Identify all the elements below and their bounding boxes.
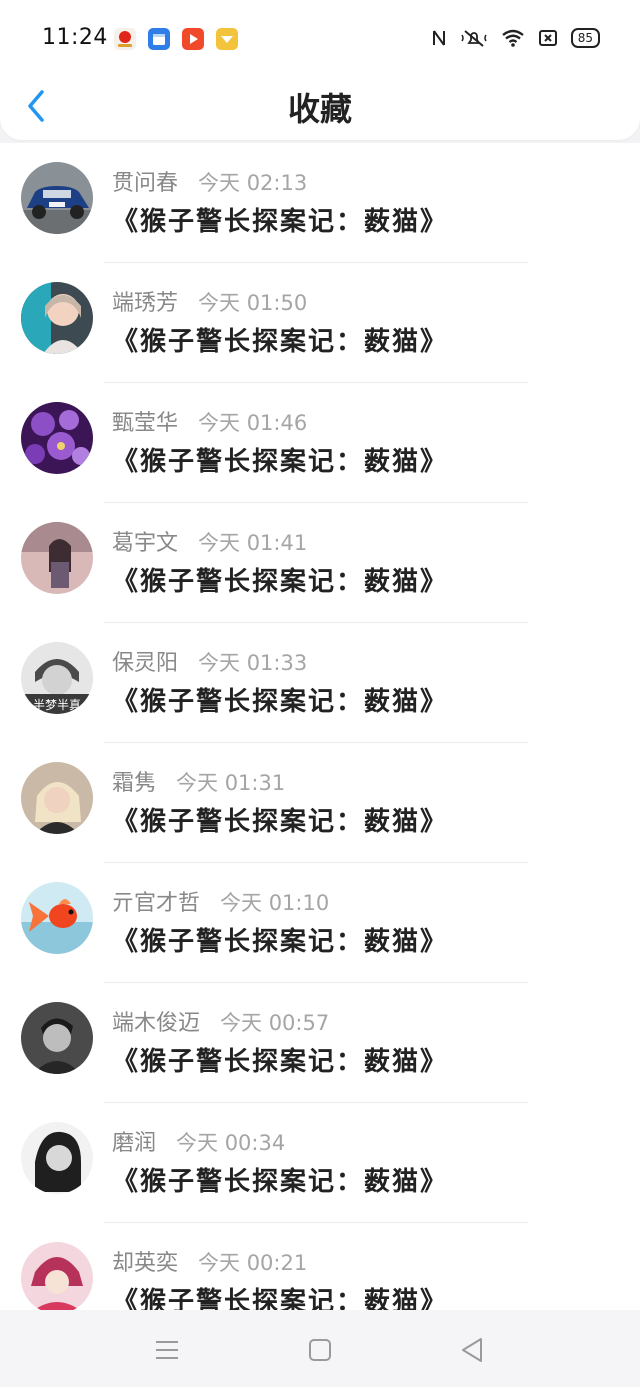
favorite-item[interactable]: 霜隽 今天 01:31 《猴子警长探案记：薮猫》 [0, 743, 640, 863]
work-title: 《猴子警长探案记：薮猫》 [112, 207, 449, 237]
work-title: 《猴子警长探案记：薮猫》 [112, 447, 449, 477]
favorite-item[interactable]: 贯问春 今天 02:13 《猴子警长探案记：薮猫》 [0, 143, 640, 263]
wifi-icon [501, 29, 524, 47]
item-meta: 端木俊迈 今天 00:57 [112, 1005, 329, 1037]
timestamp: 今天 02:13 [198, 171, 308, 195]
work-title: 《猴子警长探案记：薮猫》 [112, 1167, 449, 1197]
girl-avatar [21, 282, 93, 354]
work-title: 《猴子警长探案记：薮猫》 [112, 927, 449, 957]
item-meta: 磨润 今天 00:34 [112, 1125, 285, 1157]
bw-portrait-avatar: 半梦半真 [21, 642, 93, 714]
home-button[interactable] [305, 1335, 335, 1365]
flowers-avatar [21, 402, 93, 474]
item-meta: 亓官才哲 今天 01:10 [112, 885, 329, 917]
favorite-item[interactable]: 葛宇文 今天 01:41 《猴子警长探案记：薮猫》 [0, 503, 640, 623]
timestamp: 今天 00:34 [176, 1131, 286, 1155]
woman-bw-avatar [21, 1122, 93, 1194]
timestamp: 今天 01:41 [198, 531, 308, 555]
item-meta: 贯问春 今天 02:13 [112, 165, 307, 197]
user-name: 端木俊迈 [112, 1011, 201, 1036]
news-app-icon [114, 28, 136, 50]
work-title: 《猴子警长探案记：薮猫》 [112, 687, 449, 717]
work-title: 《猴子警长探案记：薮猫》 [112, 807, 449, 837]
item-meta: 却英奕 今天 00:21 [112, 1245, 307, 1277]
user-name: 亓官才哲 [112, 891, 201, 916]
battery-level: 85 [570, 28, 600, 48]
back-nav-button[interactable] [457, 1335, 487, 1365]
timestamp: 今天 01:46 [198, 411, 308, 435]
favorite-item[interactable]: 端琇芳 今天 01:50 《猴子警长探案记：薮猫》 [0, 263, 640, 383]
timestamp: 今天 01:33 [198, 651, 308, 675]
user-name: 磨润 [112, 1131, 157, 1156]
reward-app-icon [216, 28, 238, 50]
timestamp: 今天 01:31 [176, 771, 286, 795]
video-app-icon [182, 28, 204, 50]
mute-icon [461, 30, 487, 47]
avatar-caption: 半梦半真 [33, 698, 81, 712]
item-meta: 甄莹华 今天 01:46 [112, 405, 307, 437]
page-title: 收藏 [287, 90, 352, 128]
item-meta: 霜隽 今天 01:31 [112, 765, 285, 797]
system-navigation-bar [0, 1310, 640, 1387]
favorite-item[interactable]: 端木俊迈 今天 00:57 《猴子警长探案记：薮猫》 [0, 983, 640, 1103]
status-time: 11:24 [42, 25, 108, 50]
back-triangle-icon [462, 1338, 482, 1362]
user-name: 却英奕 [112, 1251, 179, 1276]
menu-icon [156, 1341, 178, 1359]
favorite-item[interactable]: 亓官才哲 今天 01:10 《猴子警长探案记：薮猫》 [0, 863, 640, 983]
man-avatar [21, 1002, 93, 1074]
timestamp: 今天 00:21 [198, 1251, 308, 1275]
nfc-icon [432, 30, 445, 46]
timestamp: 今天 01:50 [198, 291, 308, 315]
calendar-app-icon [148, 28, 170, 50]
notification-icons [114, 28, 238, 50]
work-title: 《猴子警长探案记：薮猫》 [112, 327, 449, 357]
system-icons: 85 [431, 28, 600, 48]
favorites-list: 贯问春 今天 02:13 《猴子警长探案记：薮猫》 端琇芳 今天 01:50 《… [0, 143, 640, 1343]
user-name: 端琇芳 [112, 291, 179, 316]
work-title: 《猴子警长探案记：薮猫》 [112, 1047, 449, 1077]
status-bar: 11:24 85 [0, 0, 640, 78]
timestamp: 今天 00:57 [220, 1011, 330, 1035]
sim-off-icon [538, 30, 557, 46]
user-name: 甄莹华 [112, 411, 179, 436]
item-meta: 葛宇文 今天 01:41 [112, 525, 307, 557]
menu-button[interactable] [152, 1335, 182, 1365]
user-name: 保灵阳 [112, 651, 179, 676]
favorite-item[interactable]: 磨润 今天 00:34 《猴子警长探案记：薮猫》 [0, 1103, 640, 1223]
home-icon [309, 1339, 331, 1361]
illustration-avatar [21, 522, 93, 594]
blonde-avatar [21, 762, 93, 834]
favorite-item[interactable]: 甄莹华 今天 01:46 《猴子警长探案记：薮猫》 [0, 383, 640, 503]
user-name: 葛宇文 [112, 531, 179, 556]
favorite-item[interactable]: 半梦半真 保灵阳 今天 01:33 《猴子警长探案记：薮猫》 [0, 623, 640, 743]
header: 收藏 [0, 78, 640, 138]
item-meta: 保灵阳 今天 01:33 [112, 645, 307, 677]
work-title: 《猴子警长探案记：薮猫》 [112, 567, 449, 597]
user-name: 贯问春 [112, 171, 179, 196]
goldfish-avatar [21, 882, 93, 954]
user-name: 霜隽 [112, 771, 157, 796]
anime-avatar [21, 1242, 93, 1314]
timestamp: 今天 01:10 [220, 891, 330, 915]
car-avatar [21, 162, 93, 234]
item-meta: 端琇芳 今天 01:50 [112, 285, 307, 317]
top-bar: 11:24 85 收藏 [0, 0, 640, 140]
